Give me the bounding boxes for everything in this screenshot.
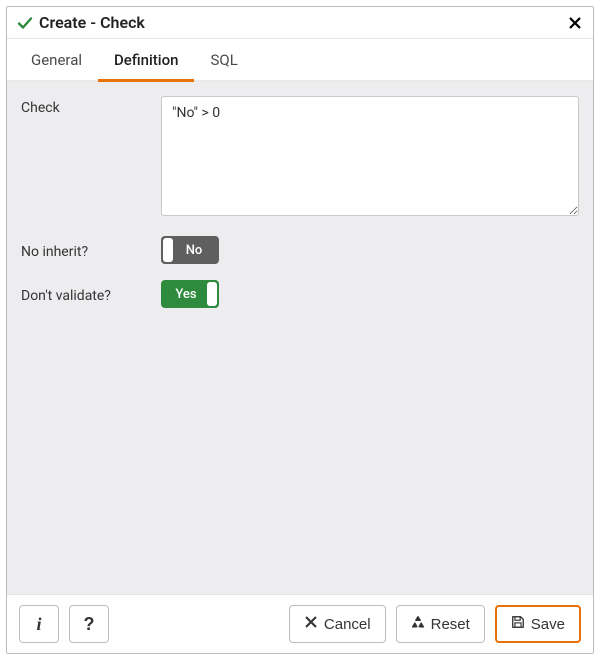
- dont-validate-toggle[interactable]: Yes: [161, 280, 219, 308]
- dialog-body: Check No inherit? No Don't validate? Yes: [7, 82, 593, 594]
- no-inherit-control: No: [161, 236, 579, 264]
- reset-button[interactable]: Reset: [396, 605, 485, 643]
- dialog-title: Create - Check: [39, 13, 145, 32]
- tab-general[interactable]: General: [15, 41, 98, 82]
- toggle-knob: [163, 238, 173, 262]
- save-button[interactable]: Save: [495, 605, 581, 643]
- check-control: [161, 96, 579, 220]
- footer: i ? Cancel Reset: [7, 594, 593, 653]
- check-input[interactable]: [161, 96, 579, 216]
- tab-definition[interactable]: Definition: [98, 41, 194, 82]
- help-icon: ?: [84, 614, 95, 635]
- reset-button-label: Reset: [431, 616, 470, 633]
- check-icon: [17, 15, 33, 31]
- cancel-button-label: Cancel: [324, 616, 371, 633]
- save-button-label: Save: [531, 616, 565, 633]
- help-button[interactable]: ?: [69, 605, 109, 643]
- save-icon: [511, 615, 525, 633]
- check-label: Check: [21, 96, 161, 116]
- no-inherit-toggle-label: No: [186, 243, 203, 258]
- create-check-dialog: Create - Check General Definition SQL Ch…: [6, 6, 594, 654]
- dont-validate-label: Don't validate?: [21, 284, 161, 304]
- dont-validate-control: Yes: [161, 280, 579, 308]
- close-icon: [304, 615, 318, 633]
- close-icon[interactable]: [567, 15, 583, 31]
- recycle-icon: [411, 615, 425, 633]
- row-check: Check: [21, 96, 579, 220]
- row-no-inherit: No inherit? No: [21, 236, 579, 264]
- toggle-knob: [207, 282, 217, 306]
- tab-sql[interactable]: SQL: [194, 41, 253, 82]
- cancel-button[interactable]: Cancel: [289, 605, 386, 643]
- no-inherit-label: No inherit?: [21, 240, 161, 260]
- row-dont-validate: Don't validate? Yes: [21, 280, 579, 308]
- dont-validate-toggle-label: Yes: [175, 287, 196, 302]
- no-inherit-toggle[interactable]: No: [161, 236, 219, 264]
- info-icon: i: [36, 614, 41, 635]
- titlebar: Create - Check: [7, 7, 593, 39]
- info-button[interactable]: i: [19, 605, 59, 643]
- tabs: General Definition SQL: [7, 39, 593, 82]
